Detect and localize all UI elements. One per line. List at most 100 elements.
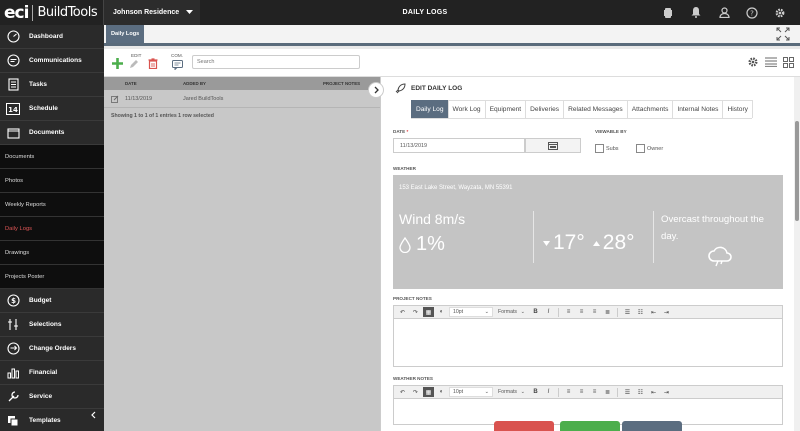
sidebar-item-documents[interactable]: Documents	[0, 121, 104, 145]
align-right-button[interactable]: ≡	[589, 387, 600, 397]
viewable-subs-checkbox[interactable]: Subs	[595, 144, 619, 153]
align-center-button[interactable]: ≡	[576, 307, 587, 317]
sidebar-item-service[interactable]: Service	[0, 385, 104, 409]
sidebar-subitem-daily-logs[interactable]: Daily Logs	[0, 217, 104, 241]
svg-text:14: 14	[8, 106, 18, 114]
column-date[interactable]: DATE	[125, 81, 183, 86]
budget-icon: $	[6, 294, 20, 308]
sidebar-item-schedule[interactable]: 14 Schedule	[0, 97, 104, 121]
app-logo[interactable]: eci BuildTools	[0, 0, 104, 25]
indent-button[interactable]: ⇥	[661, 307, 672, 317]
font-size-select[interactable]: 10pt ⌄	[449, 307, 493, 317]
search-input[interactable]	[192, 55, 360, 69]
svg-text:$: $	[11, 297, 16, 305]
table-row[interactable]: 11/13/2019 Jared BuildTools	[104, 90, 380, 108]
numbered-list-button[interactable]: ☷	[635, 307, 646, 317]
bold-button[interactable]: B	[530, 307, 541, 317]
logo-product-text: BuildTools	[37, 5, 98, 20]
checkbox[interactable]	[595, 144, 604, 153]
copy-format-button[interactable]: ◐	[436, 307, 447, 317]
date-input[interactable]: 11/13/2019	[393, 138, 525, 153]
bold-button[interactable]: B	[530, 387, 541, 397]
project-selector[interactable]: Johnson Residence	[104, 0, 200, 25]
copy-format-button[interactable]: ◐	[436, 387, 447, 397]
sidebar-subitem-documents[interactable]: Documents	[0, 145, 104, 169]
italic-button[interactable]: I	[543, 307, 554, 317]
sidebar-item-label: Tasks	[29, 81, 47, 88]
undo-button[interactable]: ↶	[397, 307, 408, 317]
mug-button[interactable]	[654, 0, 682, 25]
grid-view-button[interactable]	[783, 56, 794, 70]
bullet-list-button[interactable]: ☰	[622, 387, 633, 397]
paste-button[interactable]: ▦	[423, 387, 434, 397]
sidebar-item-templates[interactable]: Templates	[0, 409, 104, 431]
sidebar-subitem-photos[interactable]: Photos	[0, 169, 104, 193]
sidebar-collapse-button[interactable]	[91, 411, 96, 421]
align-center-button[interactable]: ≡	[576, 387, 587, 397]
justify-button[interactable]: ≣	[602, 387, 613, 397]
detail-scrollbar[interactable]	[794, 77, 800, 431]
justify-button[interactable]: ≣	[602, 307, 613, 317]
sidebar-item-budget[interactable]: $ Budget	[0, 289, 104, 313]
tab-daily-logs[interactable]: Daily Logs	[106, 25, 145, 43]
tab-attachments[interactable]: Attachments	[626, 100, 674, 118]
sidebar-item-label: Selections	[29, 321, 62, 328]
notifications-button[interactable]	[682, 0, 710, 25]
list-view-button[interactable]	[765, 57, 777, 69]
tab-history[interactable]: History	[722, 100, 753, 118]
tab-daily-log[interactable]: Daily Log	[411, 100, 449, 118]
redo-button[interactable]: ↷	[410, 307, 421, 317]
fullscreen-button[interactable]	[776, 27, 790, 43]
tab-related-messages[interactable]: Related Messages	[563, 100, 628, 118]
edit-row-icon[interactable]	[104, 95, 125, 103]
settings-button[interactable]	[766, 0, 794, 25]
sidebar-item-change-orders[interactable]: Change Orders	[0, 337, 104, 361]
tab-work-log[interactable]: Work Log	[447, 100, 486, 118]
font-size-select[interactable]: 10pt ⌄	[449, 387, 493, 397]
collapse-detail-button[interactable]	[368, 82, 384, 98]
undo-button[interactable]: ↶	[397, 387, 408, 397]
delete-log-button[interactable]	[494, 421, 554, 431]
scrollbar-thumb[interactable]	[795, 121, 799, 221]
column-added-by[interactable]: ADDED BY	[183, 81, 323, 86]
paste-button[interactable]: ▦	[423, 307, 434, 317]
sidebar-subitem-projects-poster[interactable]: Projects Poster	[0, 265, 104, 289]
outdent-button[interactable]: ⇤	[648, 387, 659, 397]
tab-internal-notes[interactable]: Internal Notes	[672, 100, 724, 118]
sidebar-item-tasks[interactable]: Tasks	[0, 73, 104, 97]
list-settings-button[interactable]	[747, 56, 759, 70]
tab-deliveries[interactable]: Deliveries	[525, 100, 565, 118]
indent-button[interactable]: ⇥	[661, 387, 672, 397]
weather-notes-editor: ↶ ↷ ▦ ◐ 10pt ⌄ Formats ⌄ B I ≡ ≡ ≡ ≣ ☰ ☷ ⇤…	[393, 385, 783, 425]
comments-button[interactable]	[172, 60, 183, 72]
checkbox[interactable]	[636, 144, 645, 153]
formats-select[interactable]: Formats ⌄	[495, 307, 528, 317]
date-picker-button[interactable]	[525, 138, 581, 153]
numbered-list-button[interactable]: ☷	[635, 387, 646, 397]
sidebar-item-communications[interactable]: Communications	[0, 49, 104, 73]
font-size-value: 10pt	[453, 309, 464, 315]
sidebar-item-dashboard[interactable]: Dashboard	[0, 25, 104, 49]
cancel-log-button[interactable]	[622, 421, 682, 431]
viewable-owner-checkbox[interactable]: Owner	[636, 144, 663, 153]
detail-tabs: Daily Log Work Log Equipment Deliveries …	[411, 100, 753, 119]
outdent-button[interactable]: ⇤	[648, 307, 659, 317]
redo-button[interactable]: ↷	[410, 387, 421, 397]
align-right-button[interactable]: ≡	[589, 307, 600, 317]
help-button[interactable]: ?	[738, 0, 766, 25]
formats-select[interactable]: Formats ⌄	[495, 387, 528, 397]
sidebar-item-selections[interactable]: Selections	[0, 313, 104, 337]
sidebar-item-financial[interactable]: Financial	[0, 361, 104, 385]
add-button[interactable]	[112, 58, 123, 71]
user-button[interactable]	[710, 0, 738, 25]
align-left-button[interactable]: ≡	[563, 307, 574, 317]
sidebar-subitem-drawings[interactable]: Drawings	[0, 241, 104, 265]
save-log-button[interactable]	[560, 421, 620, 431]
sidebar-subitem-weekly-reports[interactable]: Weekly Reports	[0, 193, 104, 217]
align-left-button[interactable]: ≡	[563, 387, 574, 397]
tab-equipment[interactable]: Equipment	[484, 100, 527, 118]
delete-button[interactable]	[148, 58, 158, 71]
edit-button[interactable]	[129, 59, 139, 71]
italic-button[interactable]: I	[543, 387, 554, 397]
bullet-list-button[interactable]: ☰	[622, 307, 633, 317]
